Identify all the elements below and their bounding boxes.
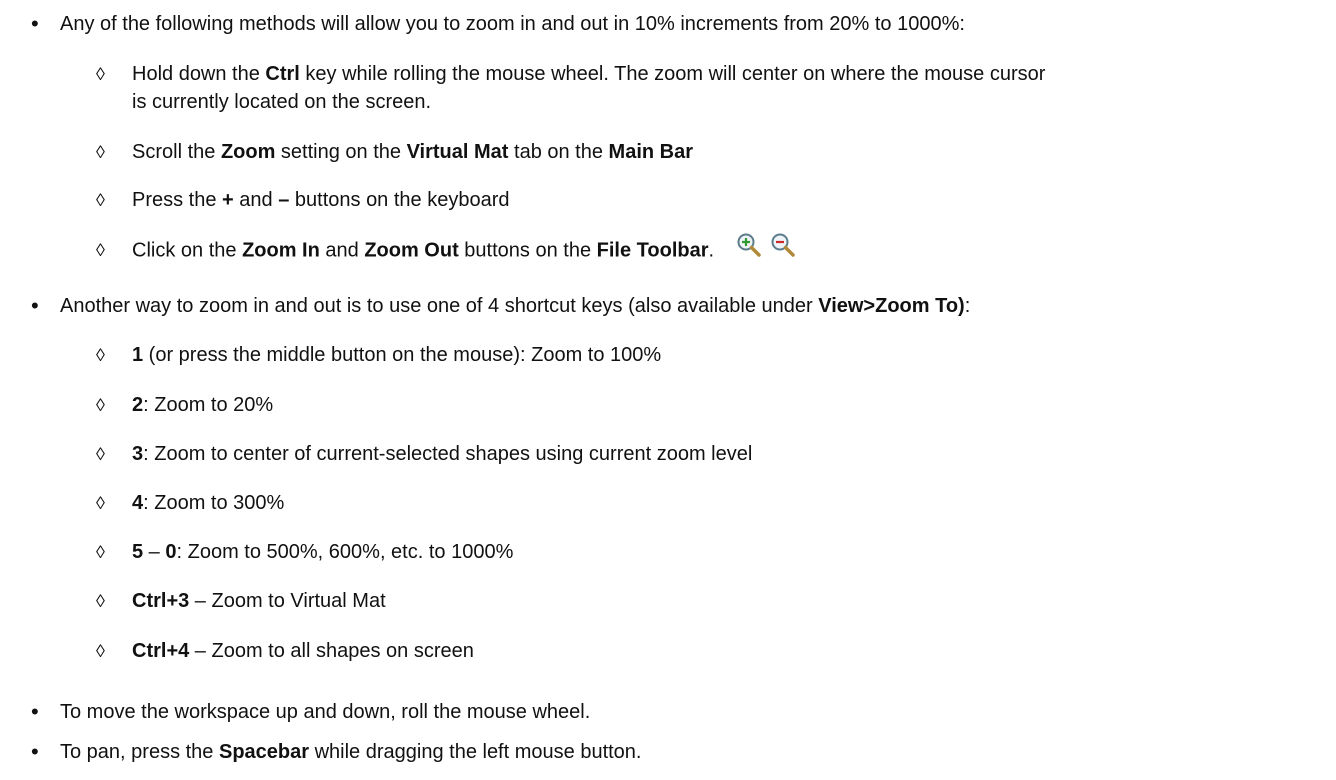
sub-bullet-marker: ◊ [96,64,105,84]
zoom-in-icon [737,233,761,257]
move-workspace-text: To move the workspace up and down, roll … [60,701,591,723]
method-ctrl-wheel-cont: is currently located on the screen. [132,91,432,113]
zoom-methods-intro: Any of the following methods will allow … [60,13,965,35]
pan-text: To pan, press the Spacebar while draggin… [60,741,642,763]
shortcut-ctrl-3: Ctrl+3 – Zoom to Virtual Mat [132,590,386,612]
sub-bullet-marker: ◊ [96,542,105,562]
sub-bullet-marker: ◊ [96,591,105,611]
shortcut-4: 4: Zoom to 300% [132,492,285,514]
shortcut-3: 3: Zoom to center of current-selected sh… [132,443,753,465]
sub-bullet-marker: ◊ [96,345,105,365]
method-toolbar-buttons: Click on the Zoom In and Zoom Out button… [132,233,796,264]
sub-bullet-marker: ◊ [96,142,105,162]
shortcut-keys-intro: Another way to zoom in and out is to use… [60,295,971,317]
sub-bullet-marker: ◊ [96,395,105,415]
zoom-out-icon [771,233,795,257]
sub-bullet-marker: ◊ [96,240,105,260]
sub-bullet-marker: ◊ [96,190,105,210]
document-page: • Any of the following methods will allo… [0,0,1336,780]
bullet-marker: • [31,293,39,318]
sub-bullet-marker: ◊ [96,641,105,661]
shortcut-1: 1 (or press the middle button on the mou… [132,344,662,366]
bullet-marker: • [31,739,39,764]
shortcut-5-0: 5 – 0: Zoom to 500%, 600%, etc. to 1000% [132,541,514,563]
shortcut-2: 2: Zoom to 20% [132,394,274,416]
method-plus-minus: Press the + and – buttons on the keyboar… [132,189,510,211]
shortcut-ctrl-4: Ctrl+4 – Zoom to all shapes on screen [132,640,474,662]
bullet-marker: • [31,11,39,36]
sub-bullet-marker: ◊ [96,493,105,513]
sub-bullet-marker: ◊ [96,444,105,464]
bullet-marker: • [31,699,39,724]
method-ctrl-wheel: Hold down the Ctrl key while rolling the… [132,63,1046,85]
zoom-icons-group [736,232,796,258]
method-scroll-zoom: Scroll the Zoom setting on the Virtual M… [132,141,693,163]
